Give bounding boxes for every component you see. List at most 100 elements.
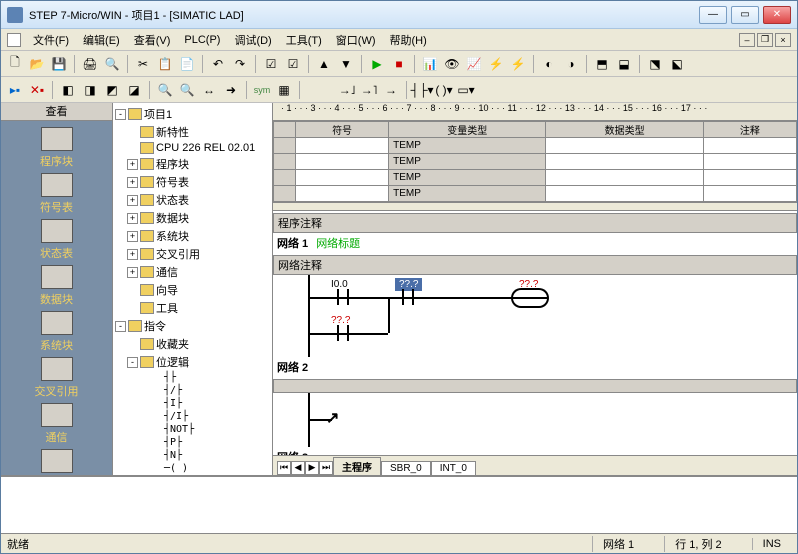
copy-button[interactable]: 📋: [155, 54, 175, 74]
expander-icon[interactable]: -: [115, 321, 126, 332]
force-button[interactable]: ⚡: [486, 54, 506, 74]
nav-item-3[interactable]: 数据块: [17, 265, 97, 307]
tree-node[interactable]: +状态表: [127, 191, 270, 209]
upload-button[interactable]: ▲: [314, 54, 334, 74]
tree-instruction[interactable]: ┤/I├: [151, 410, 270, 423]
table-row[interactable]: TEMP: [274, 186, 797, 202]
tree-instruction[interactable]: ┤├: [151, 371, 270, 384]
expander-icon[interactable]: -: [127, 357, 138, 368]
save-button[interactable]: 💾: [49, 54, 69, 74]
mdi-minimize[interactable]: –: [739, 33, 755, 47]
download-button[interactable]: ▼: [336, 54, 356, 74]
network1-comment[interactable]: 网络注释: [273, 255, 797, 275]
tab-sbr0[interactable]: SBR_0: [381, 461, 431, 475]
menu-system-icon[interactable]: [7, 33, 21, 47]
menu-file[interactable]: 文件(F): [27, 30, 75, 50]
expander-icon[interactable]: +: [127, 267, 138, 278]
expander-icon[interactable]: +: [127, 249, 138, 260]
print-button[interactable]: 🖨: [80, 54, 100, 74]
program-comment-header[interactable]: 程序注释: [273, 213, 797, 233]
table-row[interactable]: TEMP: [274, 170, 797, 186]
ladder-editor[interactable]: 程序注释 网络 1 网络标题 网络注释 I0.0 ??.? ??.?: [273, 210, 797, 455]
expander-icon[interactable]: [127, 303, 138, 314]
paste-button[interactable]: 📄: [177, 54, 197, 74]
tree-node[interactable]: +系统块: [127, 227, 270, 245]
tree-instruction[interactable]: ┤N├: [151, 449, 270, 462]
contact-button[interactable]: ┤├▾: [412, 80, 432, 100]
table-scrollbar[interactable]: [273, 202, 797, 210]
monitor-button[interactable]: 👁: [442, 54, 462, 74]
table-header[interactable]: 符号: [296, 122, 389, 138]
compile-button[interactable]: ☑: [261, 54, 281, 74]
close-button[interactable]: ✕: [763, 6, 791, 24]
minimize-button[interactable]: —: [699, 6, 727, 24]
menu-plc[interactable]: PLC(P): [178, 32, 226, 48]
network2-comment[interactable]: [273, 379, 797, 393]
nav-item-0[interactable]: 程序块: [17, 127, 97, 169]
expander-icon[interactable]: +: [127, 213, 138, 224]
print-preview-button[interactable]: 🔍: [102, 54, 122, 74]
tab-next-button[interactable]: ▶: [305, 461, 319, 475]
line-down-button[interactable]: →˩: [337, 80, 357, 100]
expander-icon[interactable]: +: [127, 159, 138, 170]
tree-node[interactable]: +程序块: [127, 155, 270, 173]
tree-instruction[interactable]: ┤/├: [151, 384, 270, 397]
tree-node[interactable]: 向导: [127, 281, 270, 299]
nav-item-2[interactable]: 状态表: [17, 219, 97, 261]
tree-node[interactable]: 新特性: [127, 123, 270, 141]
expander-icon[interactable]: [127, 339, 138, 350]
tree-node[interactable]: +通信: [127, 263, 270, 281]
misc3-button[interactable]: ⬒: [592, 54, 612, 74]
nav-item-1[interactable]: 符号表: [17, 173, 97, 215]
tree-node[interactable]: CPU 226 REL 02.01: [127, 141, 270, 155]
table-header[interactable]: 变量类型: [389, 122, 546, 138]
tree-node[interactable]: -指令: [115, 317, 270, 335]
unforce-button[interactable]: ⚡: [508, 54, 528, 74]
redo-button[interactable]: ↷: [230, 54, 250, 74]
table-header[interactable]: 数据类型: [546, 122, 703, 138]
expander-icon[interactable]: [127, 285, 138, 296]
network2-canvas[interactable]: ↗: [273, 393, 797, 447]
tree-node[interactable]: +数据块: [127, 209, 270, 227]
stop-button[interactable]: ■: [389, 54, 409, 74]
tree-node[interactable]: 工具: [127, 299, 270, 317]
network1-title-row[interactable]: 网络 1 网络标题: [273, 233, 797, 253]
maximize-button[interactable]: ▭: [731, 6, 759, 24]
menu-debug[interactable]: 调试(D): [228, 30, 277, 50]
local-variable-table[interactable]: 符号变量类型数据类型注释 TEMPTEMPTEMPTEMP: [273, 121, 797, 202]
replace-button[interactable]: ↔: [199, 80, 219, 100]
output-pane[interactable]: [1, 475, 797, 533]
menu-view[interactable]: 查看(V): [128, 30, 177, 50]
tb2-d[interactable]: ◪: [124, 80, 144, 100]
misc5-button[interactable]: ⬔: [645, 54, 665, 74]
expander-icon[interactable]: [127, 143, 138, 154]
line-up-button[interactable]: →˥: [359, 80, 379, 100]
contact3[interactable]: [328, 321, 358, 345]
network1-canvas[interactable]: I0.0 ??.? ??.? ??.?: [273, 275, 797, 357]
expander-icon[interactable]: +: [127, 231, 138, 242]
menu-edit[interactable]: 编辑(E): [77, 30, 126, 50]
undo-button[interactable]: ↶: [208, 54, 228, 74]
box-button[interactable]: ▭▾: [456, 80, 476, 100]
tree-node[interactable]: -项目1: [115, 105, 270, 123]
mdi-close[interactable]: ×: [775, 33, 791, 47]
misc4-button[interactable]: ⬓: [614, 54, 634, 74]
compile-all-button[interactable]: ☑: [283, 54, 303, 74]
tab-prev-button[interactable]: ◀: [291, 461, 305, 475]
table-row[interactable]: TEMP: [274, 154, 797, 170]
misc1-button[interactable]: ◐: [539, 54, 559, 74]
tab-int0[interactable]: INT_0: [431, 461, 476, 475]
sym-button[interactable]: sym: [252, 80, 272, 100]
tab-main[interactable]: 主程序: [333, 457, 381, 475]
tab-last-button[interactable]: ⏭: [319, 461, 333, 475]
tree-node[interactable]: +符号表: [127, 173, 270, 191]
nav-item-6[interactable]: 通信: [17, 403, 97, 445]
mdi-restore[interactable]: ❐: [757, 33, 773, 47]
nav-item-7[interactable]: 工具: [17, 449, 97, 475]
expander-icon[interactable]: +: [127, 195, 138, 206]
sym2-button[interactable]: ▦: [274, 80, 294, 100]
expander-icon[interactable]: +: [127, 177, 138, 188]
nav-item-5[interactable]: 交叉引用: [17, 357, 97, 399]
chart-button[interactable]: 📈: [464, 54, 484, 74]
coil1-right[interactable]: [529, 288, 549, 308]
